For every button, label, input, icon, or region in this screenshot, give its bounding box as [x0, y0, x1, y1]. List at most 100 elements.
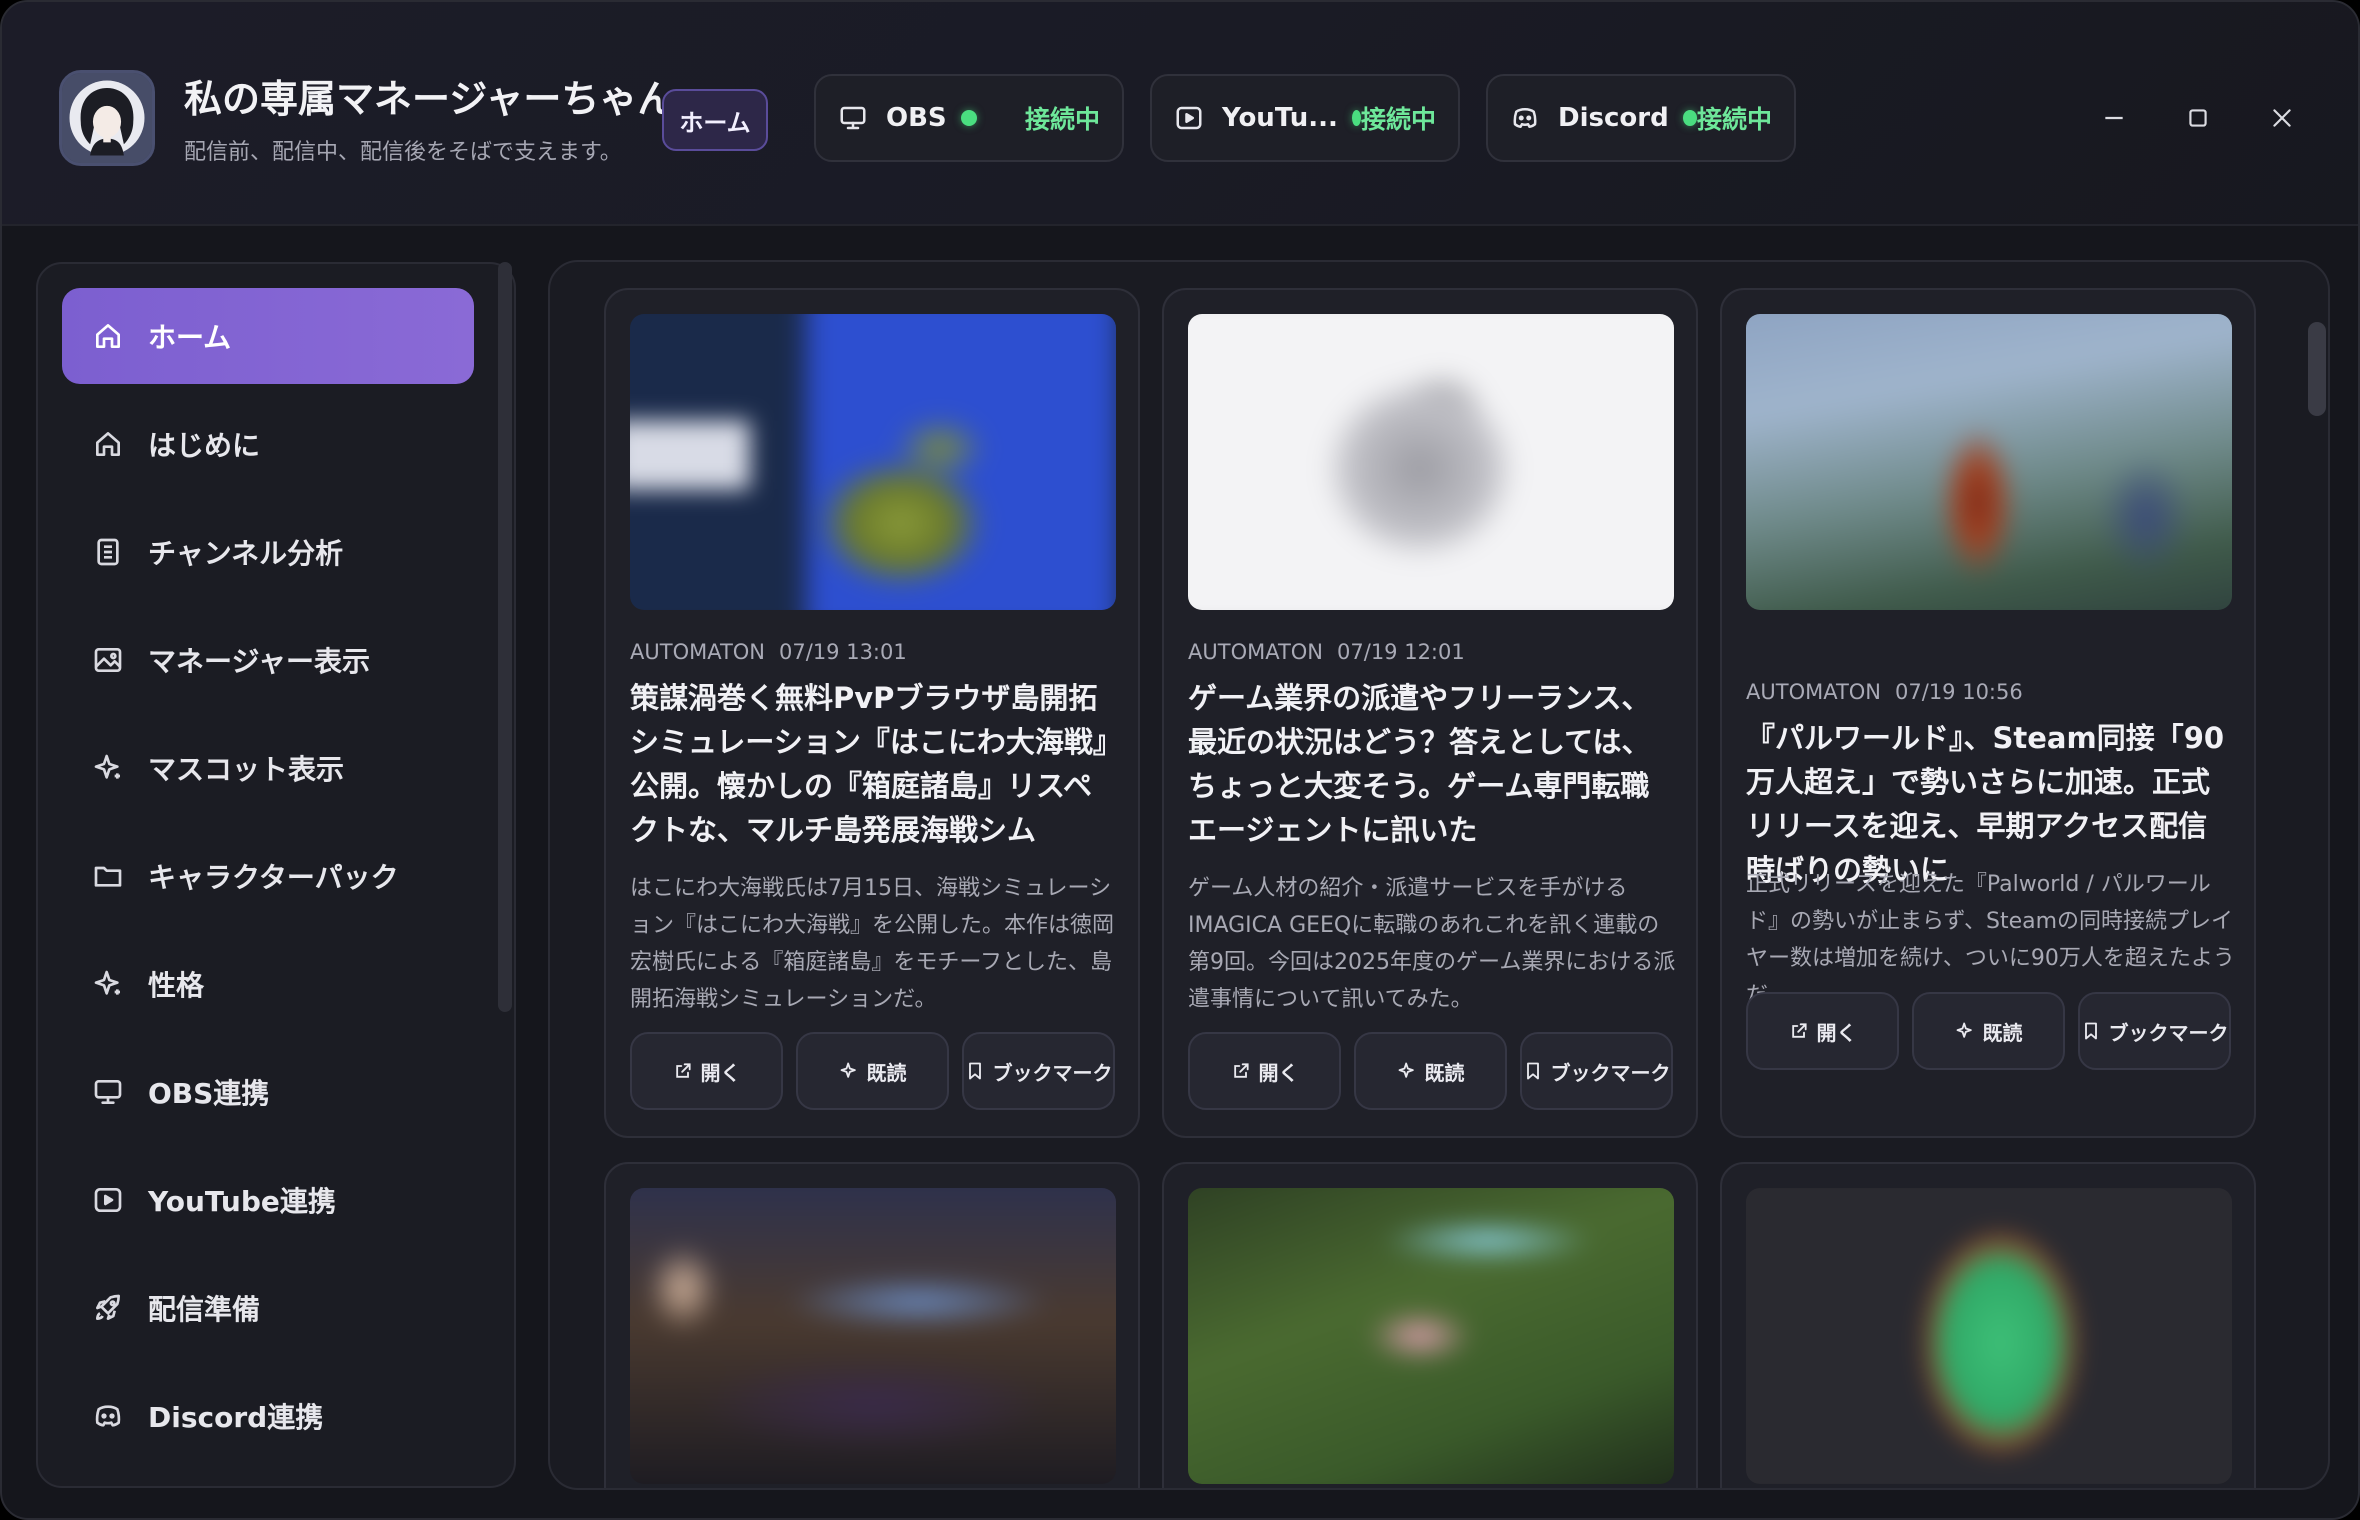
- mark-read-button[interactable]: 既読: [1354, 1032, 1507, 1110]
- monitor-icon: [92, 1076, 124, 1108]
- bookmark-icon: [2081, 1021, 2101, 1041]
- article-thumbnail[interactable]: [1746, 1188, 2232, 1484]
- sidebar-item-label: キャラクターパック: [148, 861, 399, 894]
- mark-read-button[interactable]: 既読: [1912, 992, 2065, 1070]
- article-card: AUTOMATON 07/19 13:01 策謀渦巻く無料PvPブラウザ島開拓シミ…: [604, 288, 1140, 1138]
- sidebar-item-youtube[interactable]: YouTube連携: [62, 1152, 474, 1248]
- folder-icon: [92, 860, 124, 892]
- app-window: 私の専属マネージャーちゃん 配信前、配信中、配信後をそばで支えます。 ホーム O…: [0, 0, 2360, 1520]
- article-actions: 開く 既読 ブックマーク: [1746, 992, 2231, 1070]
- connection-status: 接続中: [1696, 105, 1772, 134]
- article-card: [1720, 1162, 2256, 1488]
- home-tab-button[interactable]: ホーム: [662, 89, 768, 151]
- sidebar-item-label: YouTube連携: [148, 1185, 336, 1218]
- youtube-play-icon: [92, 1184, 124, 1216]
- sidebar-scrollbar[interactable]: [498, 262, 512, 1012]
- sidebar-item-personality[interactable]: 性格: [62, 936, 474, 1032]
- bookmark-icon: [965, 1061, 985, 1081]
- sidebar-item-stream-prep[interactable]: 配信準備: [62, 1260, 474, 1356]
- article-description: はこにわ大海戦氏は7月15日、海戦シミュレーション『はこにわ大海戦』を公開した。…: [630, 876, 1115, 1012]
- sidebar-item-home[interactable]: ホーム: [62, 288, 474, 384]
- external-link-icon: [673, 1061, 693, 1081]
- maximize-icon: [2189, 109, 2207, 127]
- bookmark-button-label: ブックマーク: [992, 1060, 1113, 1085]
- rocket-icon: [92, 1292, 124, 1324]
- open-button[interactable]: 開く: [630, 1032, 783, 1110]
- article-actions: 開く 既読 ブックマーク: [630, 1032, 1115, 1110]
- bookmark-button-label: ブックマーク: [2108, 1020, 2229, 1045]
- status-dot: [1682, 110, 1697, 126]
- feed-scrollbar[interactable]: [2308, 322, 2326, 416]
- youtube-play-icon: [1174, 103, 1204, 133]
- bookmark-button[interactable]: ブックマーク: [962, 1032, 1115, 1110]
- mark-read-button-label: 既読: [1982, 1020, 2023, 1045]
- article-title[interactable]: ゲーム業界の派遣やフリーランス、最近の状況はどう？答えとしては、ちょっと大変そう…: [1188, 676, 1678, 852]
- article-thumbnail[interactable]: [630, 314, 1116, 610]
- open-button[interactable]: 開く: [1188, 1032, 1341, 1110]
- article-thumbnail[interactable]: [1746, 314, 2232, 610]
- article-time: 07/19 12:01: [1337, 640, 1465, 664]
- article-card: AUTOMATON 07/19 12:01 ゲーム業界の派遣やフリーランス、最近の…: [1162, 288, 1698, 1138]
- sidebar-item-label: はじめに: [148, 429, 261, 462]
- obs-connection-status[interactable]: OBS 接続中: [814, 74, 1124, 162]
- app-title: 私の専属マネージャーちゃん: [184, 77, 676, 121]
- sparkle-icon: [92, 752, 124, 784]
- sidebar-item-label: 性格: [148, 969, 205, 1002]
- news-feed-panel: AUTOMATON 07/19 13:01 策謀渦巻く無料PvPブラウザ島開拓シミ…: [548, 260, 2330, 1490]
- open-button[interactable]: 開く: [1746, 992, 1899, 1070]
- document-icon: [92, 536, 124, 568]
- sidebar-item-discord[interactable]: Discord連携: [62, 1368, 474, 1464]
- sidebar-item-label: マネージャー表示: [148, 645, 371, 678]
- connection-name: YouTu...: [1222, 103, 1338, 133]
- minimize-icon: [2105, 116, 2123, 120]
- discord-icon: [1510, 103, 1540, 133]
- mark-read-button[interactable]: 既読: [796, 1032, 949, 1110]
- sidebar-item-label: OBS連携: [148, 1077, 270, 1110]
- article-description: ゲーム人材の紹介・派遣サービスを手がけるIMAGICA GEEQに転職のあれこれ…: [1188, 876, 1676, 1012]
- minimize-button[interactable]: [2094, 98, 2134, 138]
- youtube-connection-status[interactable]: YouTu... 接続中: [1150, 74, 1460, 162]
- sidebar-item-manager-display[interactable]: マネージャー表示: [62, 612, 474, 708]
- home-icon: [92, 320, 124, 352]
- article-thumbnail[interactable]: [1188, 314, 1674, 610]
- maximize-button[interactable]: [2178, 98, 2218, 138]
- bookmark-button[interactable]: ブックマーク: [1520, 1032, 1673, 1110]
- home-icon: [92, 428, 124, 460]
- article-thumbnail[interactable]: [1188, 1188, 1674, 1484]
- bookmark-button[interactable]: ブックマーク: [2078, 992, 2231, 1070]
- status-dot: [1351, 110, 1361, 126]
- app-header: 私の専属マネージャーちゃん 配信前、配信中、配信後をそばで支えます。 ホーム O…: [2, 2, 2358, 226]
- sidebar-item-mascot-display[interactable]: マスコット表示: [62, 720, 474, 816]
- monitor-icon: [838, 103, 868, 133]
- sidebar-item-getting-started[interactable]: はじめに: [62, 396, 474, 492]
- external-link-icon: [1789, 1021, 1809, 1041]
- article-time: 07/19 13:01: [779, 640, 907, 664]
- status-dot: [960, 110, 977, 126]
- discord-icon: [92, 1400, 124, 1432]
- article-source: AUTOMATON: [630, 640, 766, 664]
- connection-status: 接続中: [1024, 105, 1100, 134]
- open-button-label: 開く: [700, 1060, 741, 1085]
- sidebar-item-label: 配信準備: [148, 1293, 261, 1326]
- external-link-icon: [1231, 1061, 1251, 1081]
- sidebar-item-label: チャンネル分析: [148, 537, 344, 570]
- article-title[interactable]: 策謀渦巻く無料PvPブラウザ島開拓シミュレーション『はこにわ大海戦』公開。懐かし…: [630, 676, 1120, 852]
- sidebar: ホーム はじめに チャンネル分析 マネージャー表示 マスコット表示 キャラクター…: [36, 262, 516, 1488]
- manager-avatar: [59, 70, 155, 166]
- article-time: 07/19 10:56: [1895, 680, 2023, 704]
- open-button-label: 開く: [1816, 1020, 1857, 1045]
- bookmark-button-label: ブックマーク: [1550, 1060, 1671, 1085]
- article-meta: AUTOMATON 07/19 10:56: [1746, 680, 2023, 704]
- sidebar-item-channel-analysis[interactable]: チャンネル分析: [62, 504, 474, 600]
- close-button[interactable]: [2262, 98, 2302, 138]
- sidebar-item-obs[interactable]: OBS連携: [62, 1044, 474, 1140]
- article-source: AUTOMATON: [1746, 680, 1882, 704]
- discord-connection-status[interactable]: Discord 接続中: [1486, 74, 1796, 162]
- article-card: AUTOMATON 07/19 10:56 『パルワールド』、Steam同接「90…: [1720, 288, 2256, 1138]
- article-thumbnail[interactable]: [630, 1188, 1116, 1484]
- sidebar-item-character-pack[interactable]: キャラクターパック: [62, 828, 474, 924]
- sidebar-item-label: Discord連携: [148, 1401, 324, 1434]
- article-card: [604, 1162, 1140, 1488]
- sparkle-icon: [1397, 1061, 1417, 1081]
- bookmark-icon: [1523, 1061, 1543, 1081]
